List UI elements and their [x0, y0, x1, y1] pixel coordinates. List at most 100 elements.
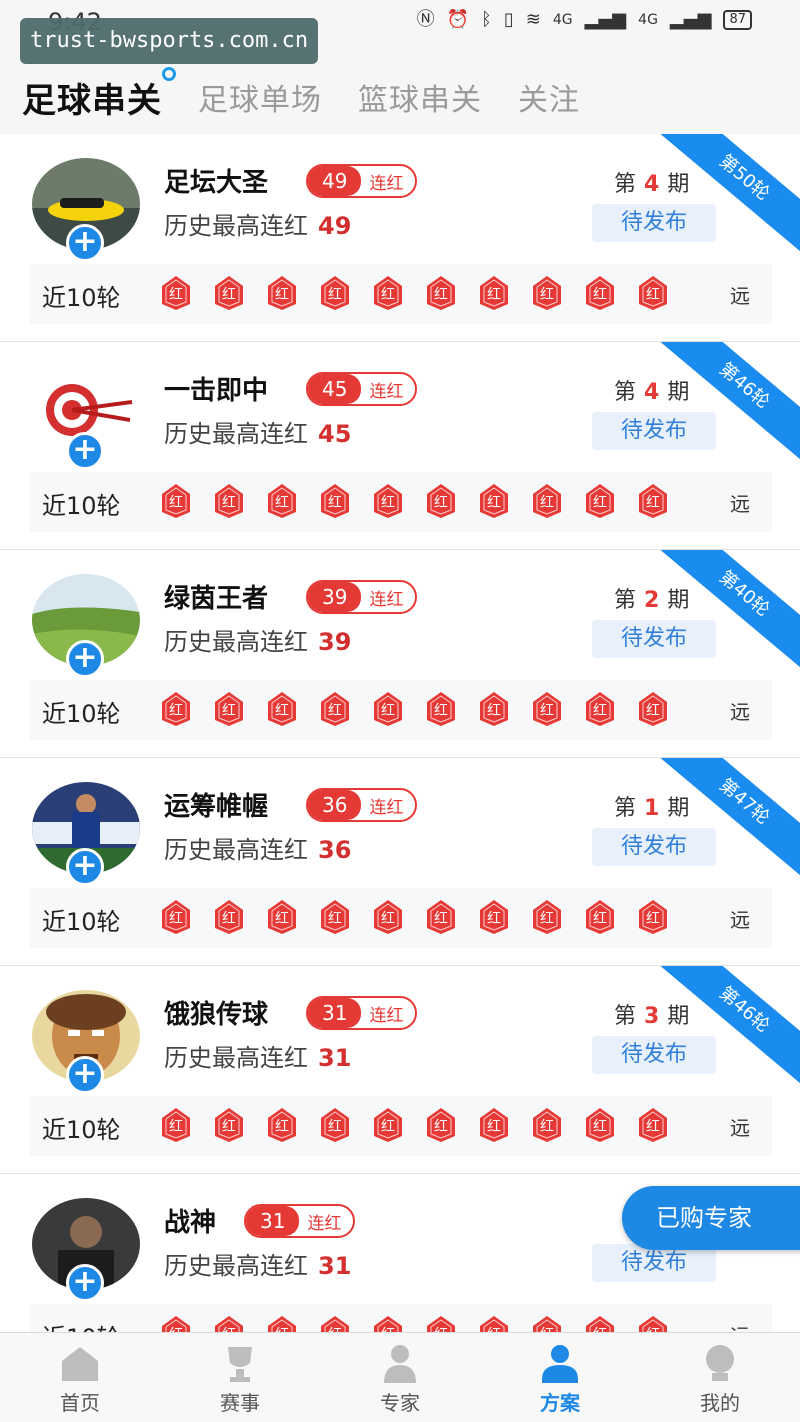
period-number: 2: [644, 588, 660, 613]
expert-card[interactable]: + 绿茵王者 39 连红 历史最高连红 39 第 2 期待发布 第40轮 近10轮红红红红红红红红红…: [0, 550, 800, 758]
history-max: 历史最高连红 36: [164, 830, 351, 865]
streak-badge: 39 连红: [306, 580, 418, 614]
status-chip[interactable]: 待发布: [592, 1036, 716, 1074]
status-icons: Ⓝ ⏰ ᛒ ▯ ≋ 4G ▂▄▆ 4G ▂▄▆ 87: [417, 10, 752, 30]
tab-label: 关注: [518, 83, 580, 118]
status-chip[interactable]: 待发布: [592, 204, 716, 242]
expert-card[interactable]: + 一击即中 45 连红 历史最高连红 45 第 4 期待发布 第46轮 近10轮红红红红红红红红红…: [0, 342, 800, 550]
history-label: 历史最高连红: [164, 420, 308, 448]
svg-text:红: 红: [487, 1119, 501, 1135]
svg-text:红: 红: [646, 495, 660, 511]
history-label: 历史最高连红: [164, 836, 308, 864]
recent-label: 近10轮: [42, 284, 121, 312]
alarm-icon: ⏰: [446, 9, 470, 30]
tab-label: 篮球串关: [358, 83, 482, 118]
svg-text:红: 红: [646, 1119, 660, 1135]
recent-badges: 红红红红红红红红红红: [158, 274, 671, 312]
red-result-icon: 红: [582, 1106, 618, 1144]
nav-item-expert[interactable]: 专家: [320, 1333, 480, 1422]
svg-text:红: 红: [487, 287, 501, 303]
red-result-icon: 红: [635, 482, 671, 520]
period-label: 第3期: [614, 998, 689, 1030]
expert-name: 足坛大圣: [164, 168, 269, 198]
expert-card[interactable]: + 运筹帷幄 36 连红 历史最高连红 36 第 1 期待发布 第47轮 近10轮红红红红红红红红红…: [0, 758, 800, 966]
status-chip[interactable]: 待发布: [592, 828, 716, 866]
streak-badge: 36 连红: [306, 788, 418, 822]
nfc-icon: Ⓝ: [416, 9, 435, 30]
status-chip[interactable]: 待发布: [592, 620, 716, 658]
red-result-icon: 红: [423, 898, 459, 936]
svg-text:红: 红: [275, 495, 289, 511]
red-result-icon: 红: [582, 690, 618, 728]
follow-button[interactable]: +: [66, 848, 104, 886]
vibrate-icon: ▯: [503, 9, 514, 30]
red-result-icon: 红: [635, 690, 671, 728]
streak-count: 39: [308, 582, 362, 612]
period-label: 第4期: [614, 166, 689, 198]
follow-button[interactable]: +: [66, 1264, 104, 1302]
expert-card[interactable]: + 饿狼传球 31 连红 历史最高连红 31 第 3 期待发布 第46轮 近10轮红红红红红红红红红…: [0, 966, 800, 1174]
follow-button[interactable]: +: [66, 1056, 104, 1094]
top-tabs: 足球串关 足球单场 篮球串关 关注: [0, 66, 800, 128]
recent-label: 近10轮: [42, 492, 121, 520]
red-result-icon: 红: [370, 690, 406, 728]
purchased-experts-button[interactable]: 已购专家: [622, 1186, 800, 1250]
signal-icon: ▂▄▆: [584, 9, 627, 30]
red-result-icon: 红: [635, 898, 671, 936]
tab-basketball-parlay[interactable]: 篮球串关: [358, 75, 482, 119]
nav-item-plan[interactable]: 方案: [480, 1333, 640, 1422]
streak-label: 连红: [369, 589, 404, 610]
history-max: 历史最高连红 31: [164, 1246, 351, 1281]
streak-label: 连红: [369, 381, 404, 402]
red-result-icon: 红: [264, 690, 300, 728]
history-label: 历史最高连红: [164, 1252, 308, 1280]
period-label: 第1期: [614, 790, 689, 822]
red-result-icon: 红: [476, 690, 512, 728]
follow-button[interactable]: +: [66, 432, 104, 470]
nav-item-profile[interactable]: 我的: [640, 1333, 800, 1422]
history-max-value: 45: [318, 420, 352, 448]
history-max-value: 39: [318, 628, 352, 656]
period-label: 第4期: [614, 374, 689, 406]
follow-button[interactable]: +: [66, 224, 104, 262]
expert-card[interactable]: + 足坛大圣 49 连红 历史最高连红 49 第 4 期待发布 第50轮 近10轮红红红红红红红红红…: [0, 134, 800, 342]
red-result-icon: 红: [476, 1106, 512, 1144]
follow-button[interactable]: +: [66, 640, 104, 678]
streak-count: 36: [308, 790, 362, 820]
network-4g-2: 4G: [638, 12, 658, 28]
red-result-icon: 红: [476, 482, 512, 520]
red-result-icon: 红: [370, 274, 406, 312]
red-result-icon: 红: [476, 898, 512, 936]
svg-text:红: 红: [434, 495, 448, 511]
svg-text:红: 红: [646, 911, 660, 927]
streak-count: 49: [308, 166, 362, 196]
expert-name: 运筹帷幄: [164, 792, 269, 822]
nav-item-home[interactable]: 首页: [0, 1333, 160, 1422]
svg-text:红: 红: [169, 911, 183, 927]
history-max: 历史最高连红 45: [164, 414, 351, 449]
red-result-icon: 红: [158, 1106, 194, 1144]
status-chip[interactable]: 待发布: [592, 412, 716, 450]
tab-follow[interactable]: 关注: [518, 75, 580, 119]
period-suffix: 期: [667, 1004, 690, 1029]
far-label: 远: [730, 700, 750, 724]
period-label: 第2期: [614, 582, 689, 614]
expert-name: 战神: [164, 1208, 217, 1238]
red-result-icon: 红: [529, 482, 565, 520]
svg-text:红: 红: [540, 703, 554, 719]
svg-text:红: 红: [434, 287, 448, 303]
tab-football-parlay[interactable]: 足球串关: [22, 66, 176, 122]
svg-text:红: 红: [328, 911, 342, 927]
streak-label: 连红: [307, 1213, 342, 1234]
red-result-icon: 红: [317, 1106, 353, 1144]
red-result-icon: 红: [158, 898, 194, 936]
period-prefix: 第: [614, 380, 637, 405]
red-result-icon: 红: [370, 898, 406, 936]
nav-item-trophy[interactable]: 赛事: [160, 1333, 320, 1422]
history-max-value: 49: [318, 212, 352, 240]
streak-count: 45: [308, 374, 362, 404]
tab-football-single[interactable]: 足球单场: [198, 75, 322, 119]
red-result-icon: 红: [317, 274, 353, 312]
streak-count: 31: [246, 1206, 300, 1236]
recent-badges: 红红红红红红红红红红: [158, 1106, 671, 1144]
